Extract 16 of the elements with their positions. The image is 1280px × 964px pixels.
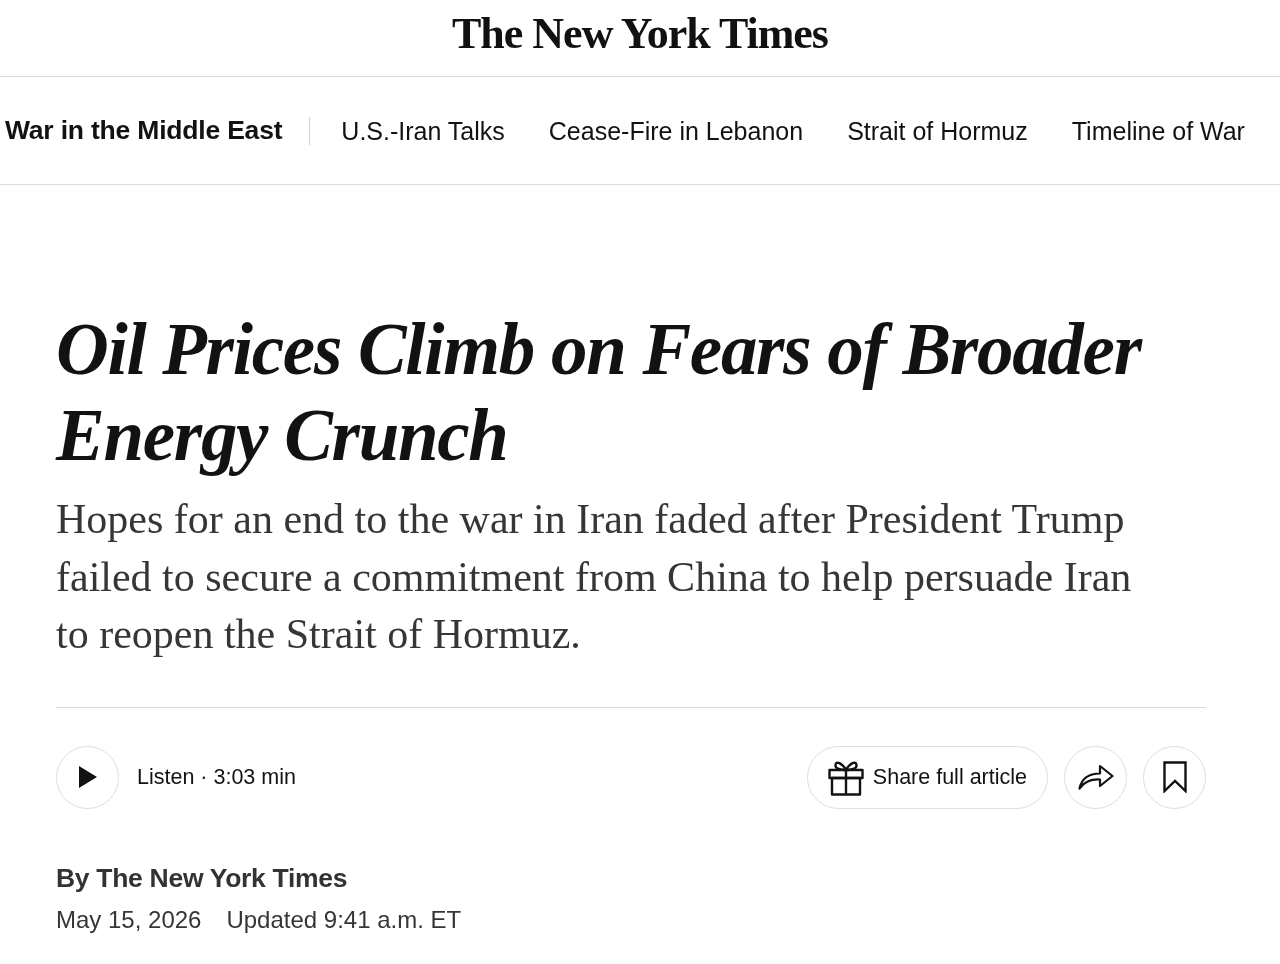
- headline: Oil Prices Climb on Fears of Broader Energy Crunch: [56, 308, 1144, 478]
- byline: By The New York Times: [56, 861, 349, 895]
- publish-date: May 15, 2026: [56, 905, 202, 936]
- bookmark-icon: [1162, 761, 1187, 793]
- play-icon: [78, 766, 97, 788]
- nav-link[interactable]: Cease-Fire in Lebanon: [548, 115, 804, 146]
- share-full-article-button[interactable]: Share full article: [806, 745, 1048, 809]
- nav-link[interactable]: Timeline of War: [1071, 115, 1245, 146]
- listen-duration: Listen · 3:03 min: [137, 763, 296, 791]
- summary: Hopes for an end to the war in Iran faded after President Trump failed to secure a commitment from China to help persuade Iran to reopen the Strait of Hormuz.: [56, 495, 1133, 659]
- nav-link[interactable]: Strait of Hormuz: [847, 115, 1028, 146]
- section-title-link[interactable]: War in the Middle East: [5, 114, 283, 147]
- nav-link[interactable]: U.S.-Iran Talks: [341, 115, 505, 146]
- share-arrow-icon: [1077, 764, 1114, 790]
- updated-time: Updated 9:41 a.m. ET: [226, 905, 462, 936]
- masthead-logo[interactable]: The New York Times: [452, 12, 828, 76]
